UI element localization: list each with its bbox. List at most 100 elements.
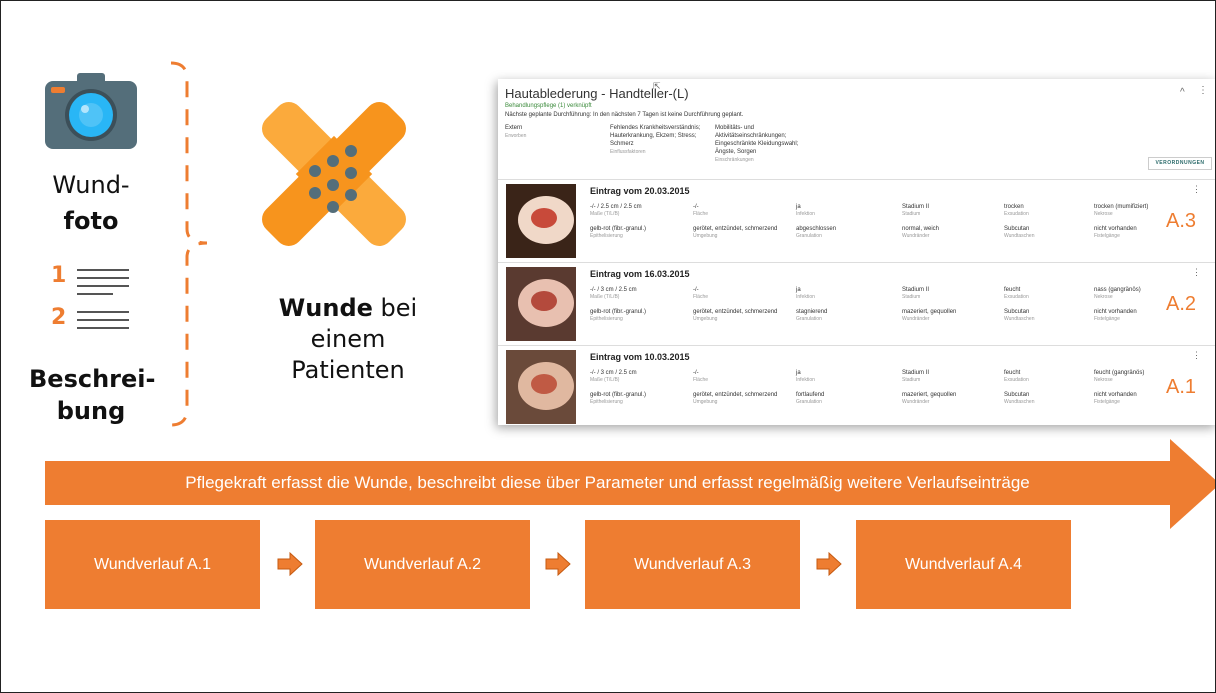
entry-field: gelb-rot (fibr.-granul.) Epithelisierung [590, 226, 646, 239]
wound-label-rest: bei [372, 294, 418, 322]
description-label-line2: bung [56, 397, 126, 425]
more-vert-icon[interactable]: ⋮ [1192, 350, 1201, 361]
entry-field-caption: Maße (T/L/B) [590, 211, 620, 217]
entry-field-value: ja [796, 287, 801, 293]
more-vert-icon[interactable]: ⋮ [1192, 267, 1201, 278]
entry-title: Eintrag vom 16.03.2015 [590, 269, 690, 279]
entry-field-caption: Nekrose [1094, 211, 1113, 217]
entry-field-value: ja [796, 204, 801, 210]
entry-field-value: ja [796, 370, 801, 376]
entry-field-caption: Stadium [902, 294, 921, 300]
entry-field: ja Infektion [796, 287, 815, 300]
entry-field: nicht vorhanden Fistelgänge [1094, 226, 1137, 239]
wound-photo[interactable] [506, 267, 576, 341]
wound-label-line3: Patienten [291, 356, 405, 384]
entry-field-caption: Infektion [796, 211, 815, 217]
entry-field: trocken Exsudation [1004, 204, 1029, 217]
entry-field: mazeriert, gequollen Wundränder [902, 309, 956, 322]
entry-field: gerötet, entzündet, schmerzend Umgebung [693, 392, 777, 405]
entry-field-value: fortlaufend [796, 392, 825, 398]
entry-field-caption: Maße (T/L/B) [590, 294, 620, 300]
entry-field: Subcutan Wundtaschen [1004, 392, 1034, 405]
step-wound-progress-a3: Wundverlauf A.3 [585, 520, 800, 609]
entry-field-value: gelb-rot (fibr.-granul.) [590, 226, 647, 232]
influence-value: Fehlendes Krankheitsverständnis; Hauterk… [610, 125, 701, 147]
entry-badge: A.3 [1166, 210, 1197, 232]
origin-caption: Erworben [505, 133, 527, 139]
wound-label-line2: einem [310, 325, 386, 353]
description-label-line1: Beschrei- [29, 365, 156, 393]
entry-field-caption: Wundränder [902, 316, 930, 322]
panel-next-planned: Nächste geplante Durchführung: In den nä… [505, 112, 744, 118]
entry-field-caption: Epithelisierung [590, 233, 623, 239]
photo-label: Wund- foto [31, 171, 151, 235]
influence-caption: Einflussfaktoren [610, 149, 646, 155]
entry-field-value: abgeschlossen [796, 226, 837, 232]
numbered-list-icon: 1 2 [51, 263, 133, 333]
wound-photo[interactable] [506, 184, 576, 258]
entry-field-caption: Exsudation [1004, 211, 1029, 217]
entry-title: Eintrag vom 10.03.2015 [590, 352, 690, 362]
entry-field-caption: Epithelisierung [590, 399, 623, 405]
more-vert-icon[interactable]: ⋮ [1192, 184, 1201, 195]
entry-field-value: mazeriert, gequollen [902, 309, 957, 315]
arrow-right-icon [277, 551, 303, 577]
more-vert-icon[interactable]: ⋮ [1198, 85, 1208, 96]
wound-photo[interactable] [506, 350, 576, 424]
restriction-value: Mobilitäts- und Aktivitätseinschränkunge… [715, 125, 799, 155]
entry-field-caption: Wundtaschen [1004, 316, 1035, 322]
entry-field-value: gerötet, entzündet, schmerzend [693, 392, 778, 398]
panel-linked-care[interactable]: Behandlungspflege (1) verknüpft [505, 103, 592, 109]
entry-field-value: mazeriert, gequollen [902, 392, 957, 398]
wound-entry[interactable]: Eintrag vom 20.03.2015 ⋮ A.3 -/- / 2.5 cm /… [498, 179, 1215, 263]
entry-field-caption: Epithelisierung [590, 316, 623, 322]
entry-field: stagnierend Granulation [796, 309, 827, 322]
entry-field-caption: Fistelgänge [1094, 233, 1120, 239]
entry-field-value: trocken (mumifiziert) [1094, 204, 1149, 210]
entry-field-value: -/- [693, 370, 699, 376]
entry-field-value: nicht vorhanden [1094, 226, 1137, 232]
arrow-right-icon [816, 551, 842, 577]
entry-field: mazeriert, gequollen Wundränder [902, 392, 956, 405]
origin-value: Extern [505, 125, 523, 131]
entry-field: Stadium II Stadium [902, 287, 929, 300]
entry-field-value: nass (gangränös) [1094, 287, 1141, 293]
entry-field-value: gelb-rot (fibr.-granul.) [590, 392, 647, 398]
process-banner-arrowhead [1170, 439, 1215, 529]
entry-field-caption: Fläche [693, 211, 709, 217]
panel-title: Hautablederung - Handteller-(L) [505, 86, 689, 101]
entry-field-value: trocken [1004, 204, 1024, 210]
entry-field-value: Subcutan [1004, 226, 1030, 232]
entry-field: gelb-rot (fibr.-granul.) Epithelisierung [590, 392, 646, 405]
entry-field: Subcutan Wundtaschen [1004, 226, 1034, 239]
restriction-caption: Einschränkungen [715, 157, 754, 163]
entry-field-value: gerötet, entzündet, schmerzend [693, 309, 778, 315]
process-banner-text: Pflegekraft erfasst die Wunde, beschreib… [185, 473, 1030, 492]
entry-field-value: -/- / 3 cm / 2.5 cm [590, 370, 637, 376]
step-wound-progress-a2: Wundverlauf A.2 [315, 520, 530, 609]
entry-field: gelb-rot (fibr.-granul.) Epithelisierung [590, 309, 646, 322]
entry-field: -/- Fläche [693, 287, 708, 300]
entry-field: abgeschlossen Granulation [796, 226, 836, 239]
entry-field: nicht vorhanden Fistelgänge [1094, 392, 1137, 405]
influence-field: Fehlendes Krankheitsverständnis; Hauterk… [610, 124, 705, 156]
wound-entry[interactable]: Eintrag vom 10.03.2015 ⋮ A.1 -/- / 3 cm / 2… [498, 345, 1215, 425]
entry-title: Eintrag vom 20.03.2015 [590, 186, 690, 196]
entry-field-value: Stadium II [902, 204, 930, 210]
entry-field-value: nicht vorhanden [1094, 392, 1137, 398]
entry-badge: A.1 [1166, 376, 1197, 398]
wound-label: Wunde bei einem Patienten [263, 293, 433, 386]
entry-field: -/- Fläche [693, 204, 708, 217]
entry-field: normal, weich Wundränder [902, 226, 939, 239]
entry-field-value: Subcutan [1004, 392, 1030, 398]
entry-field: Stadium II Stadium [902, 204, 929, 217]
entry-field: feucht Exsudation [1004, 370, 1029, 383]
orders-button[interactable]: VERORDNUNGEN [1148, 157, 1212, 170]
wound-entry[interactable]: Eintrag vom 16.03.2015 ⋮ A.2 -/- / 3 cm / 2… [498, 262, 1215, 346]
entry-field-value: gelb-rot (fibr.-granul.) [590, 309, 647, 315]
entry-field-caption: Exsudation [1004, 377, 1029, 383]
entry-field: ja Infektion [796, 204, 815, 217]
entry-field-value: Stadium II [902, 287, 930, 293]
chevron-up-icon[interactable]: ^ [1180, 87, 1185, 98]
wound-label-bold: Wunde [278, 294, 373, 322]
